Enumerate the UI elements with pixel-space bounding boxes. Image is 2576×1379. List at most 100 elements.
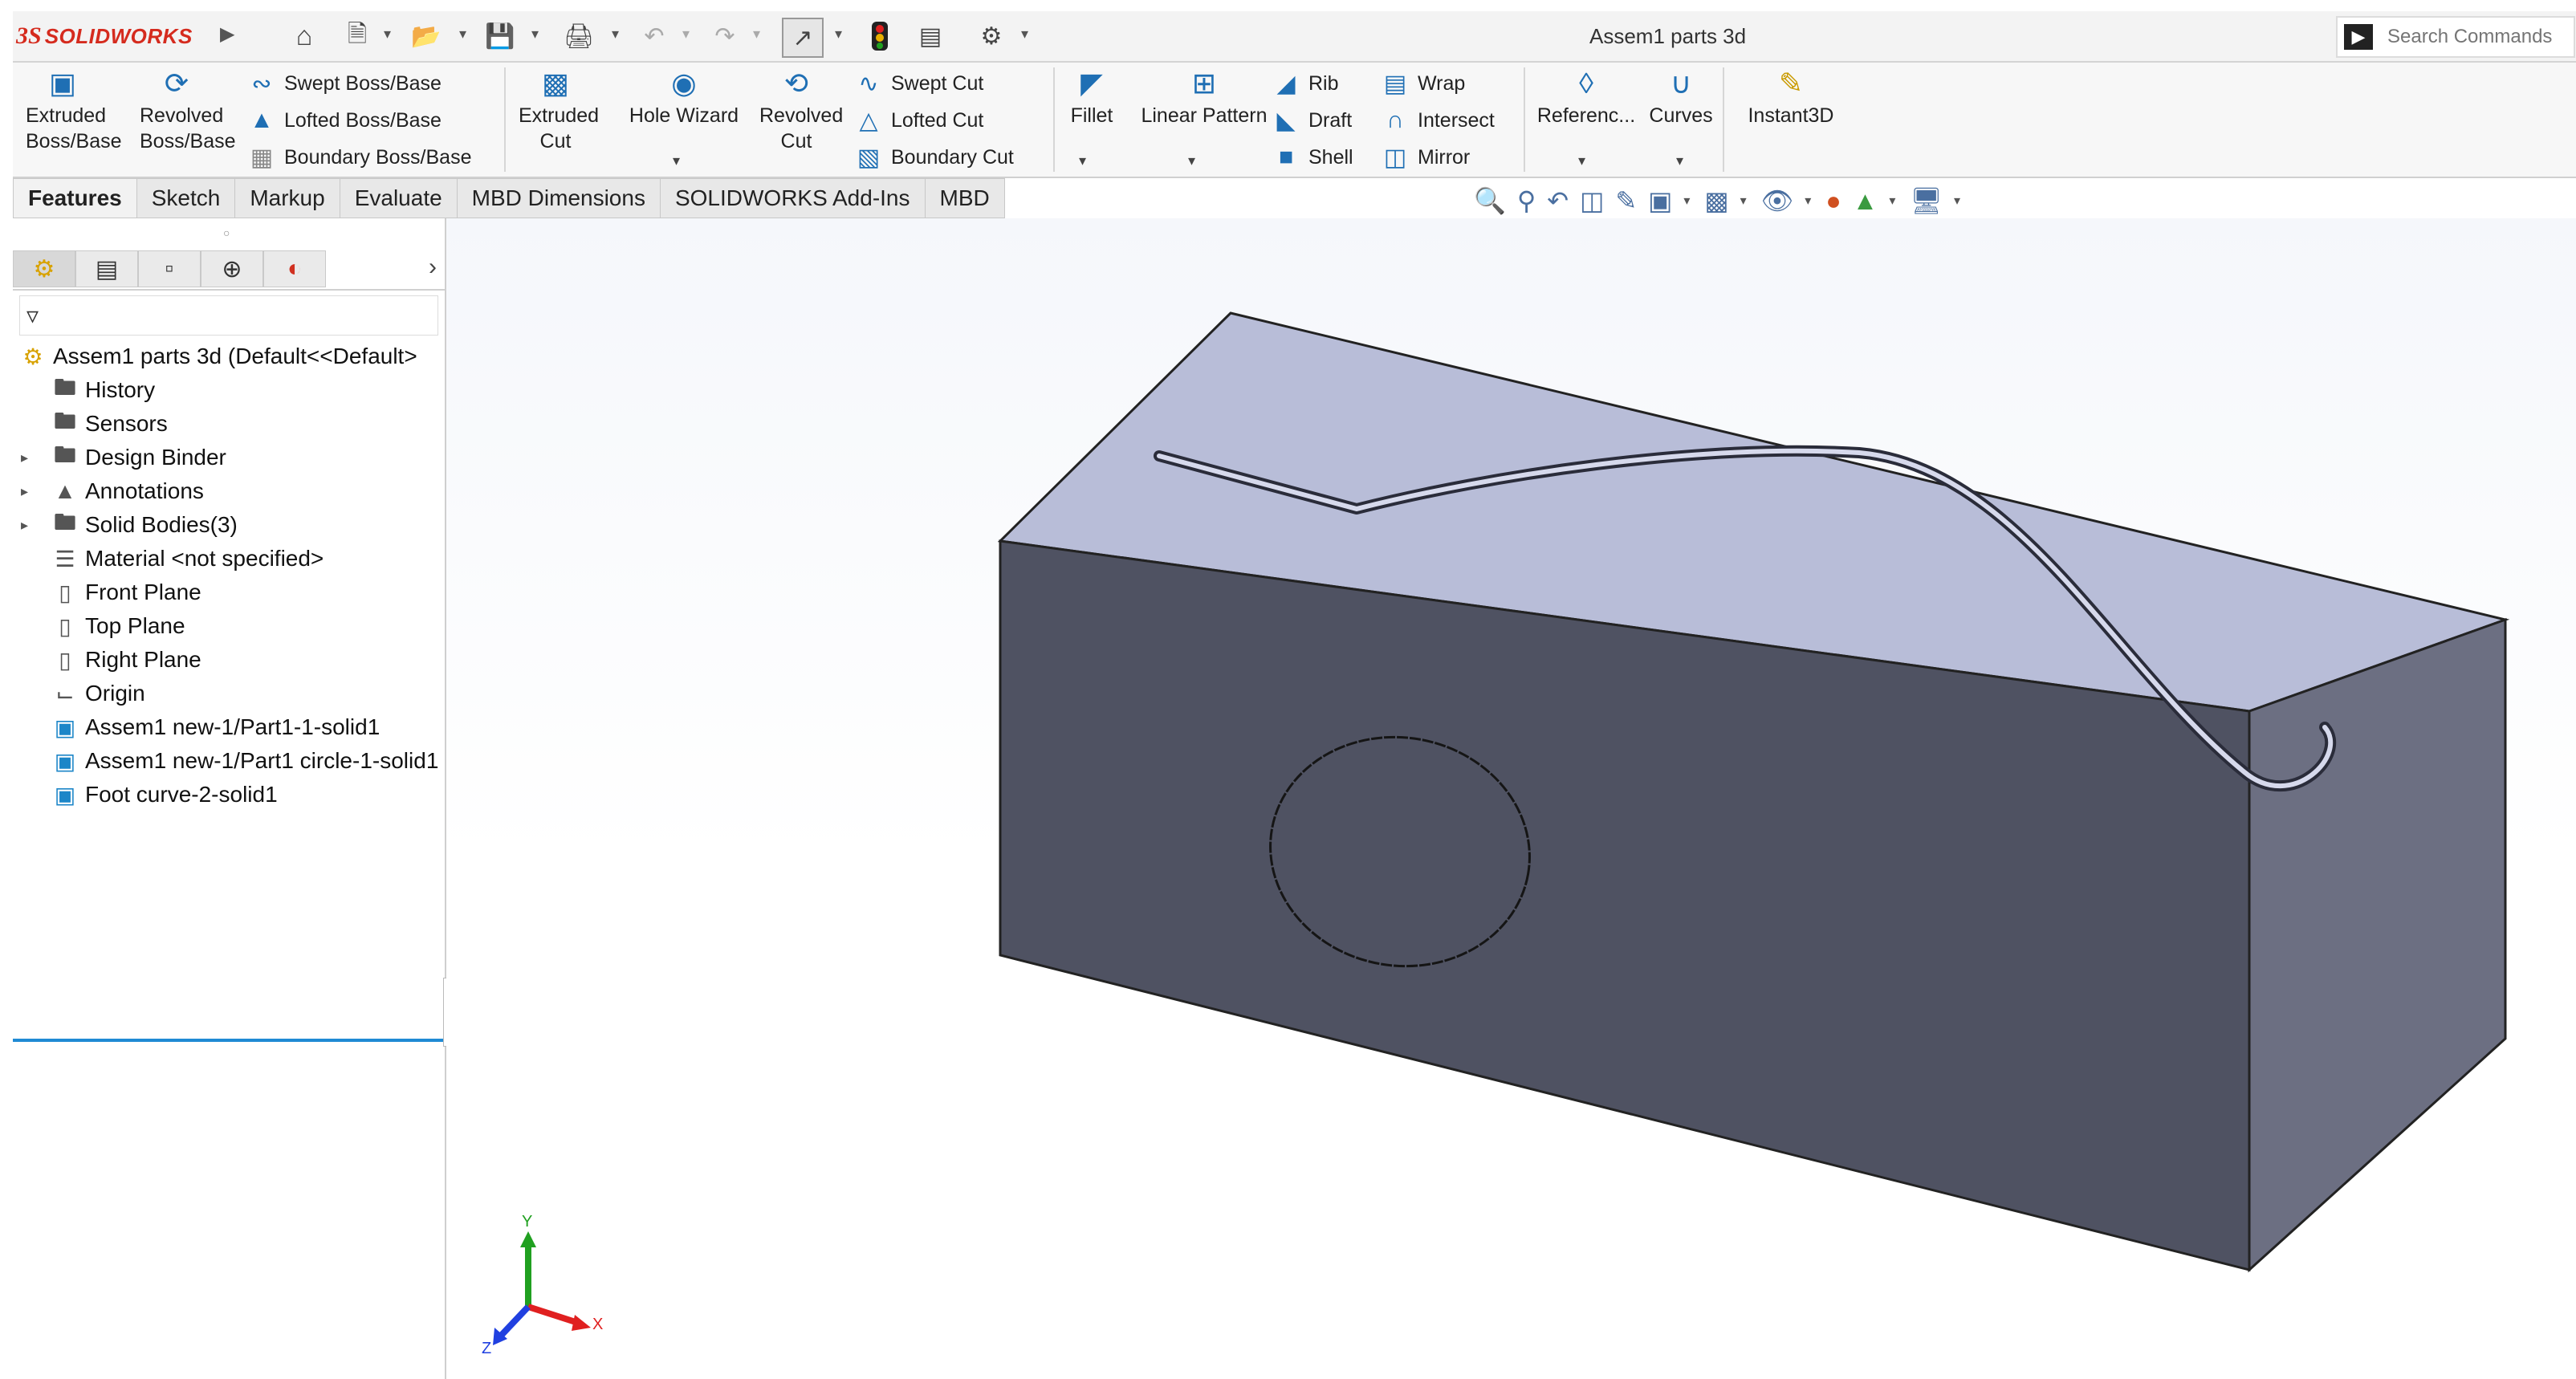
fillet-dropdown-icon[interactable]: ▾ bbox=[1079, 153, 1086, 169]
apply-scene-dropdown-icon[interactable]: ▾ bbox=[1889, 193, 1895, 209]
feature-tree-filter[interactable]: ▿ bbox=[19, 295, 438, 336]
intersect-button[interactable]: ∩ Intersect bbox=[1379, 104, 1495, 136]
3d-model-view[interactable]: Y X Z bbox=[446, 218, 2576, 1379]
tree-item-origin[interactable]: ⌙ Origin bbox=[50, 677, 144, 710]
tab-evaluate[interactable]: Evaluate bbox=[340, 178, 458, 218]
curves-button[interactable]: ∪ Curves bbox=[1642, 67, 1719, 128]
property-manager-tab-icon[interactable]: ▤ bbox=[75, 250, 138, 287]
hide-show-dropdown-icon[interactable]: ▾ bbox=[1805, 193, 1811, 209]
display-manager-tab-icon[interactable]: ◐ bbox=[263, 250, 326, 287]
zoom-to-area-icon[interactable]: ⚲ bbox=[1517, 185, 1536, 216]
lofted-boss-button[interactable]: ▲ Lofted Boss/Base bbox=[246, 104, 442, 136]
undo-dropdown-icon[interactable]: ▾ bbox=[682, 26, 690, 43]
tree-item-annotations[interactable]: ▸ ▲ Annotations bbox=[21, 475, 204, 507]
redo-dropdown-icon[interactable]: ▾ bbox=[753, 26, 760, 43]
tree-item-part1-solid[interactable]: ▣ Assem1 new-1/Part1-1-solid1 bbox=[50, 711, 380, 743]
rollback-bar[interactable] bbox=[13, 1039, 443, 1042]
graphics-area[interactable]: Y X Z bbox=[446, 218, 2576, 1379]
tab-solidworks-add-ins[interactable]: SOLIDWORKS Add-Ins bbox=[660, 178, 926, 218]
print-dropdown-icon[interactable]: ▾ bbox=[612, 26, 619, 43]
save-icon[interactable]: 💾 bbox=[482, 18, 519, 55]
display-style-dropdown-icon[interactable]: ▾ bbox=[1740, 193, 1747, 209]
rib-button[interactable]: ◢ Rib bbox=[1270, 67, 1338, 100]
new-document-icon[interactable]: 🗎 bbox=[339, 18, 376, 55]
menu-expand-arrow-icon[interactable]: ▶ bbox=[220, 22, 234, 46]
more-tabs-arrow-icon[interactable]: › bbox=[429, 254, 437, 281]
edit-appearance-icon[interactable]: ● bbox=[1825, 186, 1841, 216]
reference-dropdown-icon[interactable]: ▾ bbox=[1578, 153, 1585, 169]
undo-icon[interactable]: ↶ bbox=[636, 18, 673, 55]
hide-show-items-icon[interactable]: 👁 bbox=[1761, 185, 1794, 216]
panel-grip-icon[interactable]: ○ bbox=[223, 226, 230, 239]
extruded-boss-button[interactable]: ▣ Extruded Boss/Base bbox=[26, 67, 122, 154]
apply-scene-icon[interactable]: ▲ bbox=[1853, 186, 1878, 216]
dimxpert-manager-tab-icon[interactable]: ⊕ bbox=[201, 250, 263, 287]
tree-item-material[interactable]: ☰ Material <not specified> bbox=[50, 543, 324, 575]
fillet-button[interactable]: ◤ Fillet bbox=[1056, 67, 1127, 128]
tab-mbd-dimensions[interactable]: MBD Dimensions bbox=[457, 178, 661, 218]
select-dropdown-icon[interactable]: ▾ bbox=[835, 26, 842, 43]
linear-pattern-button[interactable]: ⊞ Linear Pattern bbox=[1124, 67, 1284, 128]
draft-button[interactable]: ◣ Draft bbox=[1270, 104, 1352, 136]
save-dropdown-icon[interactable]: ▾ bbox=[531, 26, 539, 43]
solidworks-logo[interactable]: 3S SOLIDWORKS bbox=[16, 21, 193, 51]
hole-wizard-button[interactable]: ◉ Hole Wizard bbox=[620, 67, 748, 128]
tab-features[interactable]: Features bbox=[13, 178, 137, 218]
previous-view-icon[interactable]: ↶ bbox=[1547, 185, 1569, 216]
view-orientation-dropdown-icon[interactable]: ▾ bbox=[1683, 193, 1690, 209]
tree-item-front-plane[interactable]: ▯ Front Plane bbox=[50, 576, 201, 608]
revolved-boss-button[interactable]: ⟳ Revolved Boss/Base bbox=[140, 67, 236, 154]
box-side-face[interactable] bbox=[2248, 617, 2507, 1273]
boundary-cut-button[interactable]: ▧ Boundary Cut bbox=[853, 141, 1014, 173]
wrap-button[interactable]: ▤ Wrap bbox=[1379, 67, 1465, 100]
tree-item-right-plane[interactable]: ▯ Right Plane bbox=[50, 644, 201, 676]
expand-arrow-icon[interactable]: ▸ bbox=[21, 483, 28, 500]
display-style-icon[interactable]: ▩ bbox=[1704, 185, 1728, 216]
open-dropdown-icon[interactable]: ▾ bbox=[459, 26, 466, 43]
revolved-cut-button[interactable]: ⟲ Revolved Cut bbox=[759, 67, 843, 154]
tree-item-solid-bodies[interactable]: ▸ 🖿 Solid Bodies(3) bbox=[21, 509, 238, 541]
lofted-cut-button[interactable]: △ Lofted Cut bbox=[853, 104, 983, 136]
tree-item-design-binder[interactable]: ▸ 🖿 Design Binder bbox=[21, 441, 226, 474]
open-icon[interactable]: 📂 bbox=[406, 18, 446, 55]
tree-item-sensors[interactable]: 🖿 Sensors bbox=[50, 408, 168, 440]
dynamic-annotation-icon[interactable]: ✎ bbox=[1615, 185, 1637, 216]
options-dropdown-icon[interactable]: ▾ bbox=[1021, 26, 1028, 43]
tree-item-history[interactable]: 🖿 History bbox=[50, 374, 155, 406]
tree-item-circle-solid[interactable]: ▣ Assem1 new-1/Part1 circle-1-solid1 bbox=[50, 745, 443, 777]
new-dropdown-icon[interactable]: ▾ bbox=[384, 26, 391, 43]
zoom-to-fit-icon[interactable]: 🔍 bbox=[1474, 185, 1506, 216]
shell-button[interactable]: ■ Shell bbox=[1270, 141, 1353, 173]
extruded-cut-button[interactable]: ▩ Extruded Cut bbox=[519, 67, 599, 154]
tab-markup[interactable]: Markup bbox=[235, 178, 340, 218]
file-properties-icon[interactable]: ▤ bbox=[912, 18, 949, 55]
print-icon[interactable]: 🖨 bbox=[559, 18, 599, 55]
swept-cut-button[interactable]: ∿ Swept Cut bbox=[853, 67, 983, 100]
feature-manager-tab-icon[interactable]: ⚙ bbox=[13, 250, 75, 287]
tab-mbd[interactable]: MBD bbox=[925, 178, 1005, 218]
options-icon[interactable]: ⚙ bbox=[973, 18, 1010, 55]
view-settings-icon[interactable]: 🖥 bbox=[1910, 185, 1943, 216]
home-icon[interactable]: ⌂ bbox=[284, 18, 324, 55]
redo-icon[interactable]: ↷ bbox=[706, 18, 743, 55]
expand-arrow-icon[interactable]: ▸ bbox=[21, 449, 28, 466]
configuration-manager-tab-icon[interactable]: ▫ bbox=[138, 250, 201, 287]
select-icon[interactable]: ↗ bbox=[782, 18, 824, 58]
section-view-icon[interactable]: ◫ bbox=[1580, 185, 1604, 216]
instant3d-button[interactable]: ✎ Instant3D bbox=[1731, 67, 1851, 128]
view-orientation-icon[interactable]: ▣ bbox=[1648, 185, 1672, 216]
search-commands-box[interactable]: ▶ bbox=[2336, 16, 2575, 58]
curves-dropdown-icon[interactable]: ▾ bbox=[1676, 153, 1683, 169]
tree-root-assembly[interactable]: ⚙ Assem1 parts 3d (Default<<Default> bbox=[18, 340, 417, 372]
tree-item-foot-curve-solid[interactable]: ▣ Foot curve-2-solid1 bbox=[50, 779, 278, 811]
hole-wizard-dropdown-icon[interactable]: ▾ bbox=[673, 153, 680, 169]
tree-item-top-plane[interactable]: ▯ Top Plane bbox=[50, 610, 185, 642]
tab-sketch[interactable]: Sketch bbox=[136, 178, 236, 218]
mirror-button[interactable]: ◫ Mirror bbox=[1379, 141, 1470, 173]
search-commands-input[interactable] bbox=[2386, 25, 2566, 49]
boundary-boss-button[interactable]: ▦ Boundary Boss/Base bbox=[246, 141, 472, 173]
rebuild-icon[interactable] bbox=[864, 18, 896, 55]
reference-geometry-button[interactable]: ◊ Referenc... bbox=[1530, 67, 1642, 128]
linear-pattern-dropdown-icon[interactable]: ▾ bbox=[1188, 153, 1195, 169]
swept-boss-button[interactable]: ∾ Swept Boss/Base bbox=[246, 67, 442, 100]
